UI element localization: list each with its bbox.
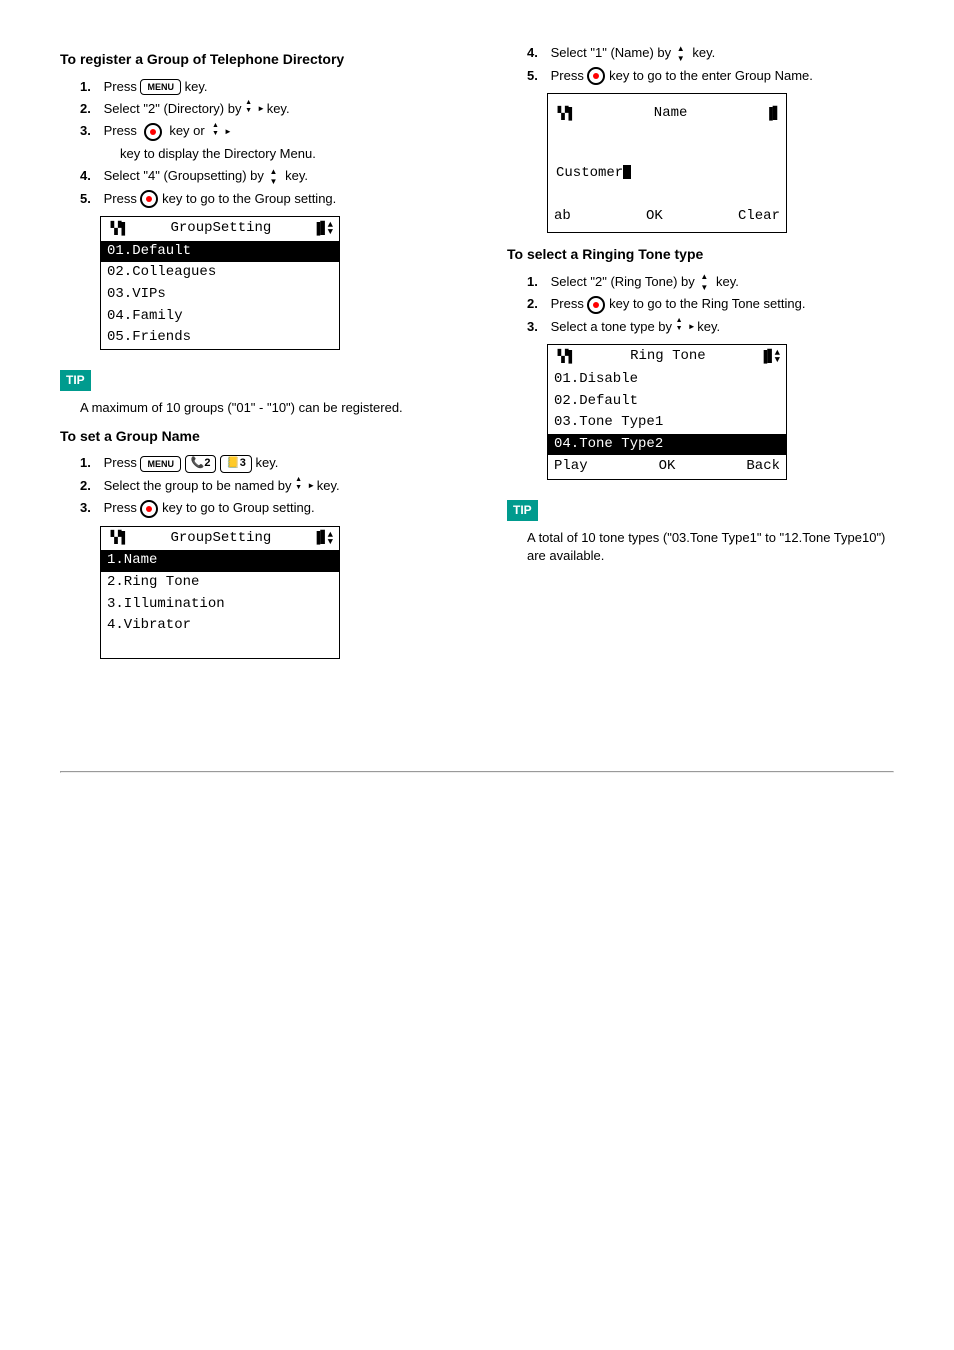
step-5: 5. Press key to go to the enter Group Na… [527,67,894,86]
step-5: 5. Press key to go to the Group setting. [80,190,447,209]
nav-updown-icon [675,45,689,63]
center-button-icon [587,67,605,85]
list-item: 01.Disable [548,369,786,391]
lcd-group-setting-menu: ▝▞▌ GroupSetting ▐▋ ▲▼ 1.Name 2.Ring Ton… [100,526,340,660]
step-2: 2. Press key to go to the Ring Tone sett… [527,295,894,314]
scroll-arrows-icon: ▲▼ [328,532,333,546]
step-1: 1. Press MENU key. [80,78,447,96]
step-3: 3. Press key to go to Group setting. [80,499,447,518]
softkey-center: OK [659,457,676,477]
list-item: 02.Colleagues [101,262,339,284]
step-3b: key to display the Directory Menu. [120,145,447,163]
section-title: To register a Group of Telephone Directo… [60,50,447,70]
center-button-icon [140,500,158,518]
list-item: 05.Friends [101,327,339,349]
lcd-name-entry: ▝▞▌ Name ▐▋ Customer ab OK Clear [547,93,787,233]
softkey-left: ab [554,207,571,227]
list-item: 02.Default [548,391,786,413]
nav-updown-right-icon [676,318,694,336]
nav-right-icon [212,123,230,141]
section-title: To select a Ringing Tone type [507,245,894,265]
step-4: 4. Select "1" (Name) by key. [527,44,894,63]
tip-text: A total of 10 tone types ("03.Tone Type1… [527,529,894,565]
step-1: 1. Select "2" (Ring Tone) by key. [527,273,894,292]
step-2: 2. Select the group to be named by key. [80,477,447,496]
menu-key-icon: MENU [140,79,181,96]
tip-badge: TIP [507,500,538,521]
signal-icon: ▝▞▌ [107,221,129,238]
register-group-section: To register a Group of Telephone Directo… [60,50,447,417]
menu-key-icon: MENU [140,456,181,473]
step-3: 3. Select a tone type by key. [527,318,894,337]
battery-icon: ▐▋ [313,221,327,238]
step-3: 3. Press key or [80,122,447,141]
nav-updown-right-icon [245,100,263,118]
list-item: 3.Illumination [101,594,339,616]
center-button-icon [140,190,158,208]
section-title: To set a Group Name [60,427,447,447]
step-4: 4. Select "4" (Groupsetting) by key. [80,167,447,186]
center-button-icon [144,123,162,141]
softkey-right: Back [746,457,780,477]
footer-divider [60,771,894,773]
list-item: 4.Vibrator [101,615,339,637]
tip-text: A maximum of 10 groups ("01" - "10") can… [80,399,447,417]
lcd-group-setting: ▝▞▌ GroupSetting ▐▋ ▲▼ 01.Default 02.Col… [100,216,340,350]
list-item: 1.Name [101,550,339,572]
list-item: 03.Tone Type1 [548,412,786,434]
softkey-right: Clear [738,207,780,227]
cursor-icon [623,165,631,179]
name-input-value: Customer [556,164,631,184]
signal-icon: ▝▞▌ [554,349,576,366]
group-name-section: To set a Group Name 1. Press MENU 📞2 📒3 … [60,427,447,660]
scroll-arrows-icon: ▲▼ [328,222,333,236]
battery-icon: ▐▋ [766,106,780,123]
step-1: 1. Press MENU 📞2 📒3 key. [80,454,447,472]
ring-tone-section: To select a Ringing Tone type 1. Select … [507,245,894,565]
name-entry-section: 4. Select "1" (Name) by key. 5. Press ke… [507,44,894,233]
list-item: 03.VIPs [101,284,339,306]
step-2: 2. Select "2" (Directory) by key. [80,100,447,119]
nav-updown-icon [698,273,712,291]
signal-icon: ▝▞▌ [107,530,129,547]
battery-icon: ▐▋ [313,530,327,547]
softkey-left: Play [554,457,588,477]
nav-updown-right-icon [295,477,313,495]
battery-icon: ▐▋ [760,349,774,366]
scroll-arrows-icon: ▲▼ [775,350,780,364]
list-item: 04.Tone Type2 [548,434,786,456]
tip-badge: TIP [60,370,91,391]
key-3-icon: 📒3 [220,455,252,472]
list-item: 2.Ring Tone [101,572,339,594]
key-2-icon: 📞2 [185,455,217,472]
list-item: 01.Default [101,241,339,263]
list-item: 04.Family [101,306,339,328]
signal-icon: ▝▞▌ [554,106,576,123]
softkey-center: OK [646,207,663,227]
nav-updown-icon [268,168,282,186]
lcd-ring-tone: ▝▞▌ Ring Tone ▐▋ ▲▼ 01.Disable 02.Defaul… [547,344,787,480]
center-button-icon [587,296,605,314]
